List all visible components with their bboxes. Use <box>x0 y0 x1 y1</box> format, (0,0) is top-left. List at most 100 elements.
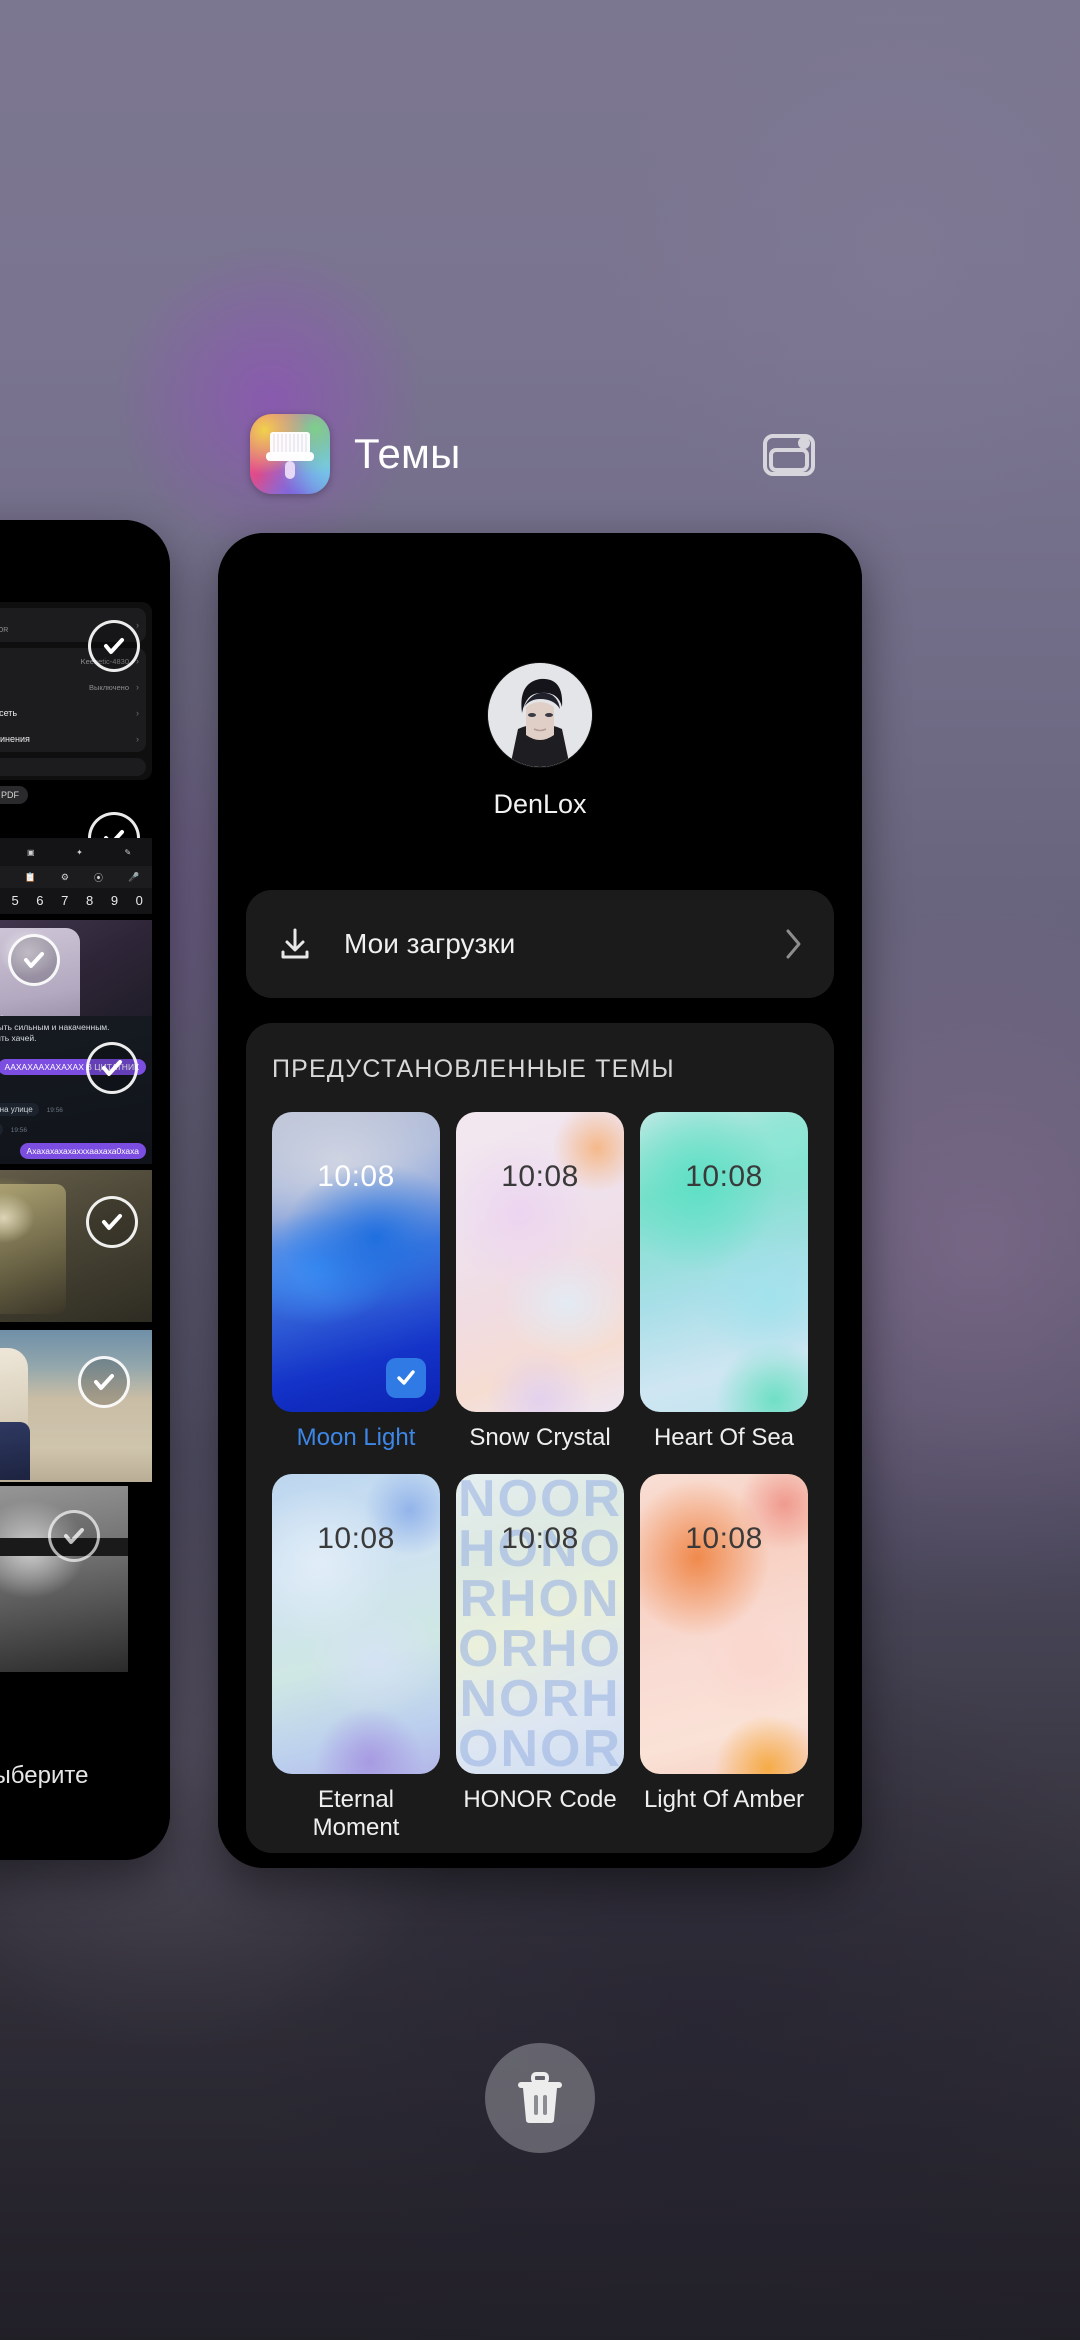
theme-selected-check[interactable] <box>386 1358 426 1398</box>
theme-clock: 10:08 <box>685 1522 763 1555</box>
selection-check-badge[interactable] <box>8 934 60 986</box>
theme-thumbnail[interactable]: 10:08 <box>272 1112 440 1412</box>
theme-label: HONOR Code <box>463 1786 617 1813</box>
settings-row-label: Wi-Fi <box>0 656 74 666</box>
theme-cell[interactable]: 10:08 Eternal Moment <box>272 1474 440 1842</box>
theme-thumbnail[interactable]: 10:08 <box>456 1112 624 1412</box>
check-icon <box>104 638 124 654</box>
recents-app-header: Темы <box>0 414 1080 504</box>
theme-clock: 10:08 <box>501 1160 579 1193</box>
import-pdf-label: импортируйте PDF <box>0 790 20 800</box>
theme-label: Moon Light <box>296 1424 416 1451</box>
themes-app-screen: DenLox Мои загрузки ПРЕДУСТАНОВЛЕННЫЕ ТЕ… <box>218 533 862 1868</box>
chat-incoming-5: Я щас увидела хачей на улице <box>0 1103 39 1116</box>
preset-themes-panel: ПРЕДУСТАНОВЛЕННЫЕ ТЕМЫ 10:08 Moon Light <box>246 1023 834 1853</box>
sticker-icon: ⦿ <box>94 872 104 883</box>
theme-grid: 10:08 Moon Light 10:08 Snow Crystal 10:0… <box>272 1112 808 1842</box>
chat-incoming-1: Ты качаешься, чтоб быть сильным и накаче… <box>0 1022 110 1032</box>
chat-incoming-6: Была бы я сильнее... <box>0 1123 3 1136</box>
chat-time: 19:56 <box>10 1127 28 1134</box>
theme-clock: 10:08 <box>317 1522 395 1555</box>
clear-all-recents-button[interactable] <box>485 2043 595 2153</box>
check-icon <box>102 1214 122 1230</box>
manga-figure <box>0 1184 66 1314</box>
theme-thumbnail[interactable]: 10:08 <box>272 1474 440 1774</box>
keyboard-secondary-row: ▦ ☺ GIF 📋 ⚙ ⦿ 🎤 <box>0 866 152 888</box>
theme-cell[interactable]: 10:08 Snow Crystal <box>456 1112 624 1452</box>
settings-row-label: Другие соединения <box>0 734 30 744</box>
recent-task-card-themes[interactable]: DenLox Мои загрузки ПРЕДУСТАНОВЛЕННЫЕ ТЕ… <box>218 533 862 1868</box>
preset-themes-title: ПРЕДУСТАНОВЛЕННЫЕ ТЕМЫ <box>272 1055 675 1083</box>
theme-thumbnail[interactable]: 10:08 <box>640 1112 808 1412</box>
check-icon <box>64 1528 84 1544</box>
app-title: Темы <box>354 430 461 477</box>
chevron-right-icon: › <box>136 734 139 744</box>
selection-check-badge[interactable] <box>88 620 140 672</box>
thumb-manga-screenshot[interactable] <box>0 1170 152 1322</box>
check-icon <box>94 1374 114 1390</box>
floating-window-icon[interactable] <box>758 424 820 486</box>
theme-clock: 10:08 <box>317 1160 395 1193</box>
thumb-chat-screenshot[interactable]: Ты качаешься, чтоб быть сильным и накаче… <box>0 1016 152 1164</box>
theme-cell[interactable]: 10:08 Light Of Amber <box>640 1474 808 1842</box>
settings-row-mobile: Мобильная сеть › <box>0 700 146 726</box>
kb-tool-icon: ✦ <box>76 847 83 857</box>
download-icon <box>281 928 309 959</box>
theme-label: Snow Crystal <box>469 1424 611 1451</box>
theme-thumbnail[interactable]: 10:08 <box>640 1474 808 1774</box>
honor-lettering-pattern: NOORHONORHONORHONORHONORHONOR <box>458 1474 622 1774</box>
profile-block[interactable]: DenLox <box>218 663 862 820</box>
theme-thumbnail[interactable]: NOORHONORHONORHONORHONORHONOR 10:08 <box>456 1474 624 1774</box>
profile-name: DenLox <box>493 789 587 819</box>
recent-task-card-left[interactable]: DenLox Аккаунт HONOR › Wi-Fi Keenetic-48… <box>0 520 170 1860</box>
mic-icon: 🎤 <box>128 871 140 882</box>
settings-row-label: Мобильная сеть <box>0 708 18 718</box>
paintbrush-glyph <box>266 432 314 479</box>
settings-extra-group <box>0 758 146 776</box>
my-downloads-label: Мои загрузки <box>344 928 516 959</box>
check-icon <box>102 1060 122 1076</box>
app-identity-group[interactable]: Темы <box>250 414 461 494</box>
choose-label: Выберите <box>0 1762 89 1789</box>
gallery-picker-screenshot: DenLox Аккаунт HONOR › Wi-Fi Keenetic-48… <box>0 520 170 1860</box>
chat-time: 19:56 <box>46 1107 63 1114</box>
selection-check-badge[interactable] <box>78 1356 130 1408</box>
gear-icon: ⚙ <box>60 871 69 882</box>
kb-tool-icon: ✎ <box>124 847 132 857</box>
theme-label: Light Of Amber <box>643 1786 805 1813</box>
theme-label: Eternal Moment <box>312 1786 400 1841</box>
chevron-right-icon: › <box>136 620 139 630</box>
import-pdf-chip[interactable]: импортируйте PDF <box>0 786 29 804</box>
settings-row-label: Bluetooth <box>0 682 82 692</box>
theme-clock: 10:08 <box>685 1160 763 1193</box>
my-downloads-row[interactable]: Мои загрузки <box>246 890 834 998</box>
kb-tool-icon: ▣ <box>26 847 35 857</box>
clipboard-icon: 📋 <box>24 871 36 882</box>
theme-cell[interactable]: NOORHONORHONORHONORHONORHONOR 10:08 HONO… <box>456 1474 624 1842</box>
chevron-right-icon: › <box>136 708 139 718</box>
chat-incoming-2: Я качаюсь, чтоб пиздить хачей. <box>0 1033 37 1043</box>
theme-cell[interactable]: 10:08 Heart Of Sea <box>640 1112 808 1452</box>
check-icon <box>397 1370 415 1385</box>
selection-check-badge[interactable] <box>86 1196 138 1248</box>
avatar-illustration <box>488 663 592 767</box>
user-avatar[interactable] <box>488 663 592 767</box>
chevron-right-icon <box>786 929 801 959</box>
chat-outgoing-2: Ахахахахахахххаахаха0хаха <box>19 1143 146 1159</box>
check-icon <box>24 952 44 968</box>
selection-check-badge[interactable] <box>86 1042 138 1094</box>
theme-label: Heart Of Sea <box>653 1424 795 1451</box>
theme-cell[interactable]: 10:08 Moon Light <box>272 1112 440 1452</box>
person-figure <box>0 1422 30 1480</box>
themes-paintbrush-icon[interactable] <box>250 414 330 494</box>
keyboard-toolbar: ◯ A≡ ▣ ✦ ✎ <box>0 838 152 866</box>
settings-row-value: Выключено <box>89 682 129 692</box>
trash-icon <box>518 2072 562 2123</box>
settings-row-bluetooth: Bluetooth Выключено › <box>0 674 146 700</box>
thumb-keyboard-strip: ◯ A≡ ▣ ✦ ✎ ▦ ☺ GIF 📋 ⚙ ⦿ 🎤 1 2 3 4 5 6 7… <box>0 838 152 914</box>
selection-check-badge[interactable] <box>48 1510 100 1562</box>
thumb-statue-photo[interactable] <box>0 1330 152 1482</box>
chevron-right-icon: › <box>136 682 139 692</box>
theme-clock: 10:08 <box>501 1522 579 1555</box>
floating-window-glyph <box>763 434 815 476</box>
